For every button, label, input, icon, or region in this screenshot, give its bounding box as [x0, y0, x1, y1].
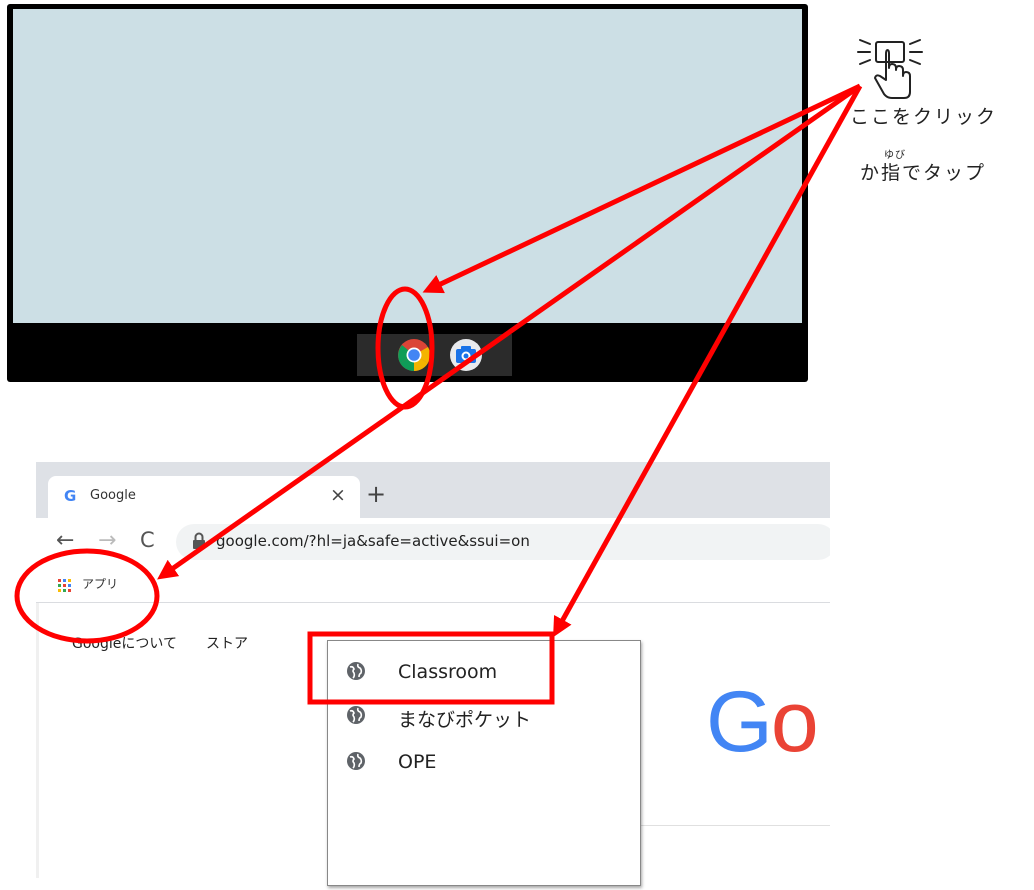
- browser-toolbar: ← → C google.com/?hl=ja&safe=active&ssui…: [36, 518, 830, 566]
- page-left-edge: [36, 603, 39, 878]
- tab-google[interactable]: G Google ×: [48, 476, 360, 518]
- menu-item-label: まなびポケット: [398, 709, 532, 731]
- store-link[interactable]: ストア: [206, 633, 248, 653]
- apps-grid-icon[interactable]: [58, 579, 72, 593]
- hint-text-tap: か指でタップ: [860, 162, 987, 184]
- google-logo: Go: [706, 673, 819, 772]
- logo-letter-g: G: [706, 674, 773, 770]
- menu-item-classroom[interactable]: Classroom: [342, 655, 632, 691]
- tap-gesture-icon: [857, 39, 923, 99]
- address-bar[interactable]: google.com/?hl=ja&safe=active&ssui=on: [176, 524, 830, 560]
- menu-item-ope[interactable]: OPE: [342, 745, 632, 781]
- tab-close-button[interactable]: ×: [330, 484, 346, 506]
- apps-bookmark-label[interactable]: アプリ: [82, 575, 118, 592]
- desktop-screen: [13, 9, 802, 323]
- new-tab-button[interactable]: +: [366, 480, 386, 508]
- menu-item-label: Classroom: [398, 661, 498, 683]
- url-text[interactable]: google.com/?hl=ja&safe=active&ssui=on: [216, 532, 530, 550]
- lock-icon: [193, 532, 205, 549]
- reload-button[interactable]: C: [140, 528, 155, 552]
- tab-title: Google: [90, 488, 136, 503]
- globe-icon: [347, 706, 365, 724]
- globe-icon: [347, 752, 365, 770]
- desktop-monitor: [7, 4, 808, 382]
- globe-icon: [347, 662, 365, 680]
- forward-button[interactable]: →: [98, 528, 116, 553]
- camera-app-icon[interactable]: [449, 338, 483, 372]
- apps-dropdown-menu: Classroom まなびポケット OPE: [327, 640, 641, 886]
- google-favicon-icon: G: [64, 487, 77, 505]
- about-google-link[interactable]: Googleについて: [72, 633, 177, 653]
- back-button[interactable]: ←: [56, 528, 74, 553]
- taskbar-shelf: [357, 334, 512, 376]
- bookmarks-bar: アプリ: [36, 566, 830, 603]
- menu-item-label: OPE: [398, 751, 437, 773]
- tab-strip: G Google × +: [36, 462, 830, 518]
- hint-text-click: ここをクリック: [850, 106, 998, 128]
- menu-item-manabi-pocket[interactable]: まなびポケット: [342, 699, 632, 735]
- chrome-app-icon[interactable]: [397, 338, 431, 372]
- logo-letter-o: o: [770, 674, 819, 770]
